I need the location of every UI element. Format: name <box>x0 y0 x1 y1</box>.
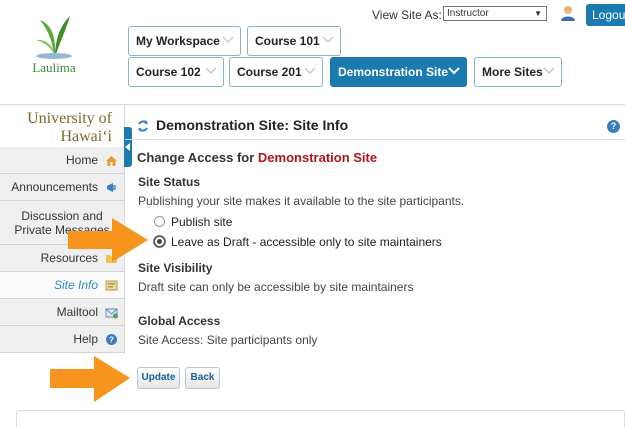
mail-icon <box>105 308 118 319</box>
leaf-logo-icon <box>36 16 72 59</box>
update-button[interactable]: Update <box>137 367 180 389</box>
megaphone-icon <box>107 183 116 192</box>
select-arrow-icon: ▼ <box>534 9 542 18</box>
role-select[interactable]: Instructor ▼ <box>443 6 547 21</box>
logout-button[interactable]: Logout <box>586 4 625 26</box>
site-tab-label: Course 201 <box>237 65 302 79</box>
site-status-description: Publishing your site makes it available … <box>138 194 465 208</box>
site-tab-label: Course 102 <box>136 65 201 79</box>
publish-site-label: Publish site <box>171 215 233 229</box>
question-help-icon[interactable]: ? <box>607 120 620 133</box>
institution-line-2: Hawaiʻi <box>60 128 112 145</box>
header-divider <box>0 104 625 105</box>
site-tab-demonstration-site[interactable]: Demonstration Site <box>330 57 467 87</box>
sidebar-item-home[interactable]: Home <box>0 147 124 174</box>
site-status-heading: Site Status <box>138 175 201 189</box>
page-title: Change Access for Demonstration Site <box>137 150 377 165</box>
svg-text:?: ? <box>109 336 114 345</box>
help-icon: ? <box>106 334 117 345</box>
site-tab-more-sites[interactable]: More Sites <box>474 57 562 87</box>
sidebar-item-help[interactable]: Help ? <box>0 326 124 353</box>
leave-as-draft-label: Leave as Draft - accessible only to site… <box>171 235 442 249</box>
sidebar-item-announcements[interactable]: Announcements <box>0 174 124 201</box>
refresh-icon[interactable] <box>136 119 150 133</box>
chevron-down-icon <box>543 67 555 75</box>
user-icon[interactable] <box>559 4 577 22</box>
chevron-down-icon <box>448 67 460 75</box>
orange-arrow-icon <box>68 218 148 262</box>
tool-title-bar: Demonstration Site: Site Info <box>125 112 625 140</box>
site-visibility-description: Draft site can only be accessible by sit… <box>138 280 414 294</box>
site-tab-label: More Sites <box>482 65 543 79</box>
sidebar-item-site-info[interactable]: Site Info <box>0 272 124 299</box>
site-tab-label: My Workspace <box>136 34 220 48</box>
sidebar-item-mailtool[interactable]: Mailtool <box>0 299 124 326</box>
site-info-icon <box>105 280 118 291</box>
sidebar-item-label: Announcements <box>11 180 98 194</box>
back-button[interactable]: Back <box>185 367 220 389</box>
site-tab-label: Course 101 <box>255 34 320 48</box>
page-title-site-name: Demonstration Site <box>257 150 378 165</box>
site-tab-label: Demonstration Site <box>338 65 449 79</box>
laulima-logo[interactable]: Laulima <box>14 10 94 80</box>
chevron-down-icon <box>205 67 217 75</box>
chevron-down-icon <box>322 36 334 44</box>
global-access-heading: Global Access <box>138 314 221 328</box>
chevron-down-icon <box>222 36 234 44</box>
site-tab-course-102[interactable]: Course 102 <box>128 57 224 87</box>
chevron-down-icon <box>304 67 316 75</box>
page-title-prefix: Change Access for <box>137 150 258 165</box>
global-access-description: Site Access: Site participants only <box>138 333 318 347</box>
role-selected-value: Instructor <box>447 8 489 19</box>
footer-panel <box>16 410 625 427</box>
institution-line-1: University of <box>27 110 112 127</box>
institution-name: University of Hawaiʻi <box>0 110 112 146</box>
home-icon <box>106 156 117 166</box>
view-site-as-label: View Site As: <box>372 8 442 22</box>
brand-name: Laulima <box>32 60 76 75</box>
site-tab-my-workspace[interactable]: My Workspace <box>128 26 241 56</box>
publish-site-radio[interactable] <box>154 216 165 227</box>
sidebar-item-label: Site Info <box>53 278 98 292</box>
sidebar-item-label: Home <box>65 153 98 167</box>
tool-title: Demonstration Site: Site Info <box>156 117 349 133</box>
sidebar-item-label: Mailtool <box>56 305 98 319</box>
site-tab-course-201[interactable]: Course 201 <box>229 57 323 87</box>
sidebar-item-label: Help <box>73 332 98 346</box>
orange-arrow-icon <box>50 356 130 402</box>
site-tab-course-101[interactable]: Course 101 <box>247 26 341 56</box>
leave-as-draft-radio[interactable] <box>154 236 165 247</box>
